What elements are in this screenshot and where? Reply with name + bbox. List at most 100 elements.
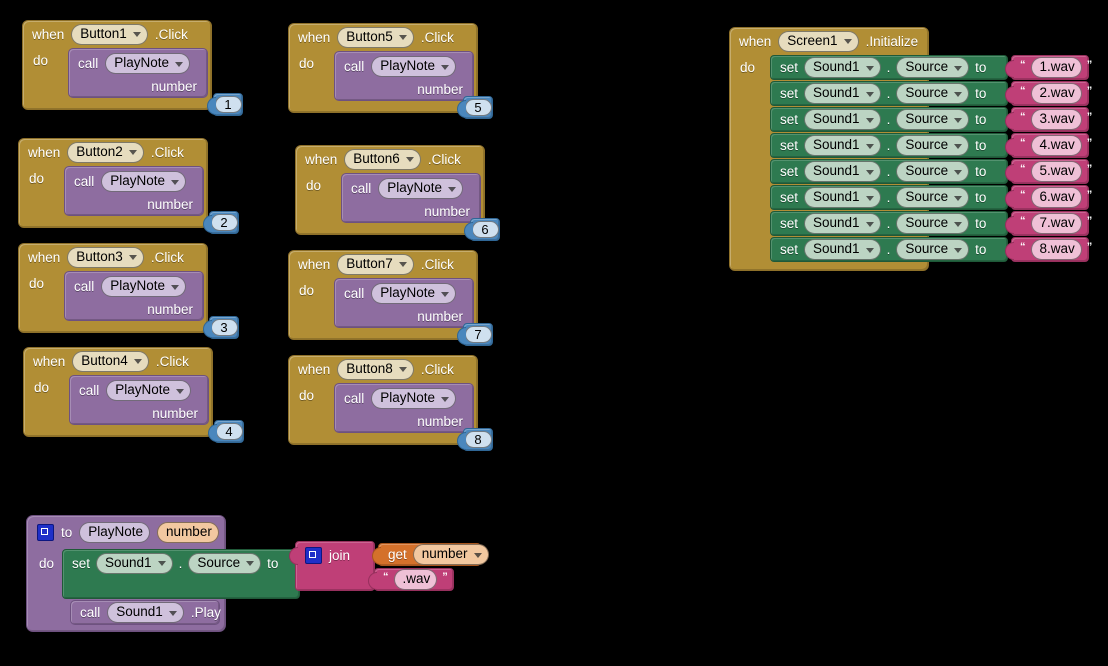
- math-number-block[interactable]: 2: [203, 211, 239, 234]
- event-block-button7[interactable]: when Button7 .Click do call PlayNote num…: [288, 250, 493, 346]
- chevron-down-icon[interactable]: [954, 169, 963, 175]
- component-dropdown-button6[interactable]: Button6: [344, 148, 421, 170]
- setter-block-sound1-source[interactable]: set Sound1 . Source to: [770, 237, 1008, 262]
- object-dropdown[interactable]: Sound1: [804, 109, 881, 130]
- chevron-down-icon[interactable]: [954, 195, 963, 201]
- property-dropdown[interactable]: Source: [896, 213, 970, 234]
- chevron-down-icon[interactable]: [168, 610, 177, 616]
- math-number-block[interactable]: 3: [203, 316, 239, 339]
- chevron-down-icon[interactable]: [843, 39, 852, 44]
- number-value[interactable]: 5: [464, 99, 492, 116]
- chevron-down-icon[interactable]: [865, 221, 874, 227]
- object-dropdown[interactable]: Sound1: [96, 552, 173, 574]
- component-dropdown-screen1[interactable]: Screen1: [778, 30, 859, 52]
- chevron-down-icon[interactable]: [865, 91, 874, 97]
- object-dropdown[interactable]: Sound1: [804, 239, 881, 260]
- call-block-playnote[interactable]: call PlayNote number: [64, 166, 204, 216]
- procedure-definition-playnote[interactable]: to PlayNote number do set Sound1 . Sourc…: [26, 515, 300, 632]
- chevron-down-icon[interactable]: [954, 143, 963, 149]
- procedure-dropdown[interactable]: PlayNote: [371, 283, 457, 304]
- object-dropdown[interactable]: Sound1: [804, 83, 881, 104]
- number-value[interactable]: 7: [464, 326, 492, 343]
- text-value[interactable]: 3.wav: [1030, 109, 1082, 130]
- math-number-block[interactable]: 8: [457, 428, 493, 451]
- component-dropdown-button8[interactable]: Button8: [337, 358, 414, 380]
- chevron-down-icon[interactable]: [954, 91, 963, 97]
- chevron-down-icon[interactable]: [132, 32, 141, 37]
- setter-block-sound1-source[interactable]: set Sound1 . Source to: [770, 211, 1008, 236]
- property-dropdown[interactable]: Source: [188, 552, 262, 574]
- text-value[interactable]: 4.wav: [1030, 135, 1082, 156]
- component-dropdown-button3[interactable]: Button3: [67, 246, 144, 268]
- chevron-down-icon[interactable]: [405, 157, 414, 162]
- blocks-workspace[interactable]: when Button1 .Click do call PlayNote num…: [0, 0, 1108, 666]
- chevron-down-icon[interactable]: [171, 284, 180, 290]
- chevron-down-icon[interactable]: [441, 291, 450, 297]
- call-block-playnote[interactable]: call PlayNote number: [64, 271, 204, 321]
- chevron-down-icon[interactable]: [441, 396, 450, 402]
- procedure-dropdown[interactable]: PlayNote: [101, 276, 187, 297]
- variable-getter-number[interactable]: get number: [372, 543, 489, 566]
- math-number-block[interactable]: 5: [457, 96, 493, 119]
- number-value[interactable]: 6: [471, 221, 499, 238]
- chevron-down-icon[interactable]: [128, 255, 137, 260]
- chevron-down-icon[interactable]: [398, 262, 407, 267]
- property-dropdown[interactable]: Source: [896, 57, 970, 78]
- procedure-dropdown[interactable]: PlayNote: [371, 388, 457, 409]
- call-block-playnote[interactable]: call PlayNote number: [68, 48, 208, 98]
- procedure-dropdown[interactable]: PlayNote: [105, 53, 191, 74]
- join-block[interactable]: join: [289, 541, 375, 591]
- procedure-dropdown[interactable]: PlayNote: [101, 171, 187, 192]
- chevron-down-icon[interactable]: [133, 359, 142, 364]
- chevron-down-icon[interactable]: [246, 561, 255, 566]
- event-block-button8[interactable]: when Button8 .Click do call PlayNote num…: [288, 355, 493, 451]
- call-block-playnote[interactable]: call PlayNote number: [69, 375, 209, 425]
- call-block-playnote[interactable]: call PlayNote number: [334, 278, 474, 328]
- setter-block-sound1-source[interactable]: set Sound1 . Source to: [770, 55, 1008, 80]
- text-block-wav[interactable]: “ 1.wav ”: [1005, 55, 1092, 80]
- text-block-wav[interactable]: “ 3.wav ”: [1005, 107, 1092, 132]
- property-dropdown[interactable]: Source: [896, 187, 970, 208]
- object-dropdown[interactable]: Sound1: [804, 213, 881, 234]
- component-dropdown-button2[interactable]: Button2: [67, 141, 144, 163]
- event-block-button5[interactable]: when Button5 .Click do call PlayNote num…: [288, 23, 493, 119]
- chevron-down-icon[interactable]: [473, 552, 482, 558]
- event-block-button1[interactable]: when Button1 .Click do call PlayNote num…: [22, 20, 243, 116]
- procedure-name-field[interactable]: PlayNote: [79, 521, 151, 543]
- text-value[interactable]: 6.wav: [1030, 187, 1082, 208]
- text-block-wav[interactable]: “ 7.wav ”: [1005, 211, 1092, 236]
- property-dropdown[interactable]: Source: [896, 109, 970, 130]
- object-dropdown[interactable]: Sound1: [804, 57, 881, 78]
- mutator-icon[interactable]: [305, 546, 322, 564]
- setter-block-sound1-source[interactable]: set Sound1 . Source to: [770, 159, 1008, 184]
- number-value[interactable]: 8: [464, 431, 492, 448]
- setter-block-sound1-source[interactable]: set Sound1 . Source to: [770, 185, 1008, 210]
- object-dropdown[interactable]: Sound1: [107, 602, 184, 623]
- text-block-wav[interactable]: “ 4.wav ”: [1005, 133, 1092, 158]
- component-dropdown-button7[interactable]: Button7: [337, 253, 414, 275]
- math-number-block[interactable]: 7: [457, 323, 493, 346]
- number-value[interactable]: 3: [210, 319, 238, 336]
- chevron-down-icon[interactable]: [128, 150, 137, 155]
- math-number-block[interactable]: 6: [464, 218, 500, 241]
- property-dropdown[interactable]: Source: [896, 83, 970, 104]
- chevron-down-icon[interactable]: [865, 247, 874, 253]
- chevron-down-icon[interactable]: [954, 221, 963, 227]
- number-value[interactable]: 4: [215, 423, 243, 440]
- chevron-down-icon[interactable]: [954, 247, 963, 253]
- object-dropdown[interactable]: Sound1: [804, 187, 881, 208]
- chevron-down-icon[interactable]: [865, 143, 874, 149]
- procedure-param-field[interactable]: number: [157, 521, 219, 543]
- component-dropdown-button1[interactable]: Button1: [71, 23, 148, 45]
- event-block-button4[interactable]: when Button4 .Click do call PlayNote num…: [23, 347, 244, 443]
- chevron-down-icon[interactable]: [865, 169, 874, 175]
- call-block-playnote[interactable]: call PlayNote number: [341, 173, 481, 223]
- setter-block-sound1-source[interactable]: set Sound1 . Source to: [62, 549, 300, 599]
- mutator-icon[interactable]: [37, 523, 54, 541]
- chevron-down-icon[interactable]: [398, 35, 407, 40]
- variable-dropdown[interactable]: number: [412, 544, 489, 565]
- call-block-playnote[interactable]: call PlayNote number: [334, 51, 474, 101]
- chevron-down-icon[interactable]: [954, 117, 963, 123]
- math-number-block[interactable]: 1: [207, 93, 243, 116]
- call-block-playnote[interactable]: call PlayNote number: [334, 383, 474, 433]
